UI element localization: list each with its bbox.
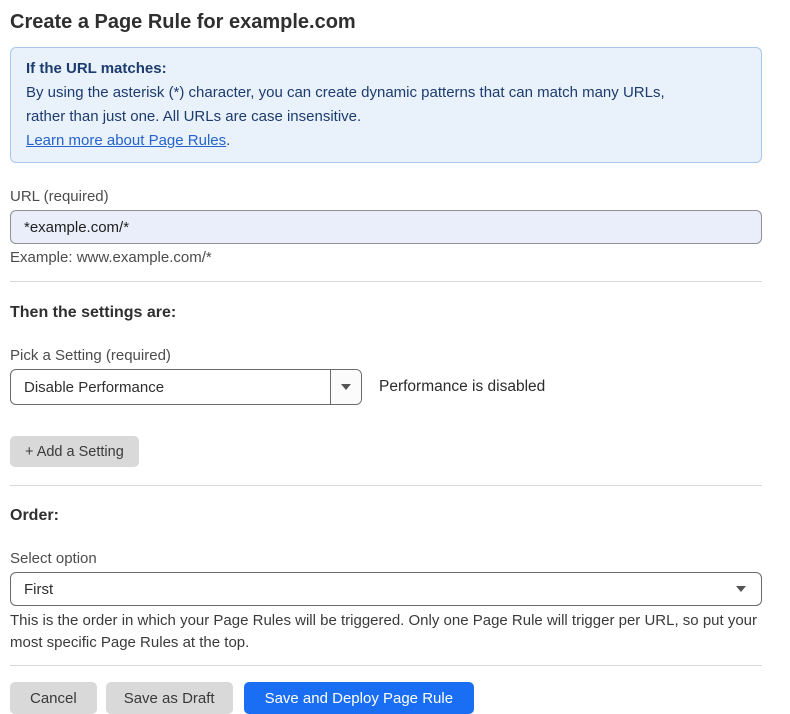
section-divider [10,281,762,282]
order-help-line: most specific Page Rules at the top. [10,632,762,654]
link-suffix: . [226,132,230,149]
order-select-value: First [11,581,736,598]
url-label: URL (required) [10,188,762,206]
add-setting-button[interactable]: + Add a Setting [10,436,139,467]
save-as-draft-button[interactable]: Save as Draft [106,682,233,714]
order-help-text: This is the order in which your Page Rul… [10,610,762,654]
order-select[interactable]: First [10,572,762,606]
setting-select-arrow-button[interactable] [330,370,361,404]
order-section-heading: Order: [10,506,762,525]
info-box-body-line: rather than just one. All URLs are case … [26,105,746,129]
footer-actions: Cancel Save as Draft Save and Deploy Pag… [10,682,762,714]
url-input[interactable] [10,210,762,244]
url-example-text: Example: www.example.com/* [10,249,762,267]
chevron-down-icon [341,384,351,390]
cancel-button[interactable]: Cancel [10,682,97,714]
chevron-down-icon [736,586,746,592]
setting-row: Disable Performance Performance is disab… [10,369,762,405]
setting-status-text: Performance is disabled [379,378,545,396]
info-box-heading: If the URL matches: [26,57,746,81]
page-title: Create a Page Rule for example.com [10,10,762,34]
setting-select[interactable]: Disable Performance [10,369,362,405]
info-box-link-line: Learn more about Page Rules. [26,129,746,153]
section-divider [10,485,762,486]
learn-more-link[interactable]: Learn more about Page Rules [26,132,226,149]
url-match-info-box: If the URL matches: By using the asteris… [10,47,762,163]
footer-divider [10,665,762,666]
settings-section-heading: Then the settings are: [10,303,762,322]
save-and-deploy-button[interactable]: Save and Deploy Page Rule [244,682,474,714]
page-rule-form: Create a Page Rule for example.com If th… [10,10,762,714]
order-select-label: Select option [10,550,762,568]
pick-setting-label: Pick a Setting (required) [10,347,762,365]
info-box-body-line: By using the asterisk (*) character, you… [26,81,746,105]
setting-select-value: Disable Performance [11,379,330,396]
order-help-line: This is the order in which your Page Rul… [10,610,762,632]
